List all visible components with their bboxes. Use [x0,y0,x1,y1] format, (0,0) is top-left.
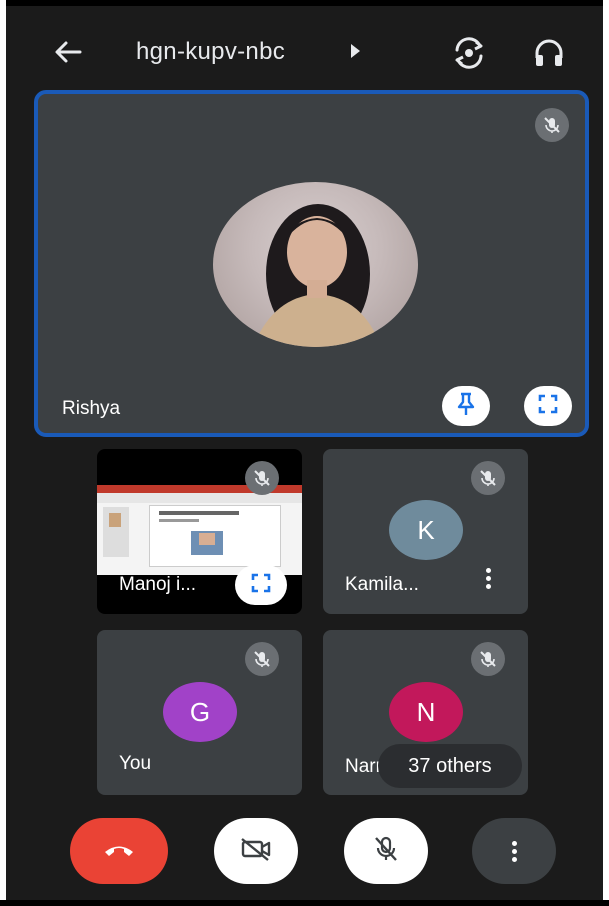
more-options-button[interactable] [472,818,556,884]
meeting-code[interactable]: hgn-kupv-nbc [136,38,285,66]
avatar: G [163,682,237,742]
participant-tile-kamila[interactable]: K Kamila... [323,449,528,614]
headphones-icon[interactable] [532,36,566,70]
flip-camera-icon[interactable] [452,36,486,70]
top-border [6,0,603,6]
pin-button[interactable] [442,386,490,426]
mic-off-icon [245,642,279,676]
mic-off-icon [245,461,279,495]
end-call-button[interactable] [70,818,168,884]
main-participant-tile[interactable]: Rishya [34,90,589,437]
mic-toggle-button[interactable] [344,818,428,884]
more-vertical-icon[interactable] [484,565,492,592]
participant-tile-manoj[interactable]: Manoj i... [97,449,302,614]
end-call-icon [102,839,136,864]
fullscreen-icon [537,393,559,420]
video-off-icon [239,836,273,867]
participant-name: Manoj i... [119,574,197,595]
mic-off-icon [372,834,400,869]
participant-photo [213,182,418,347]
bottom-border [0,900,609,906]
fullscreen-button[interactable] [524,386,572,426]
arrow-back-icon[interactable] [52,36,84,68]
mic-off-icon [535,108,569,142]
pin-icon [455,391,477,422]
avatar: K [389,500,463,560]
caret-right-icon[interactable] [351,44,360,58]
fullscreen-button[interactable] [235,565,287,605]
participant-tile-you[interactable]: G You [97,630,302,795]
fullscreen-icon [250,572,272,599]
more-vertical-icon [510,838,518,865]
participant-name: Rishya [62,398,121,419]
participant-name: Kamila... [345,574,419,595]
mic-off-icon [471,461,505,495]
mic-off-icon [471,642,505,676]
avatar: N [389,682,463,742]
shared-screen-preview [97,485,302,575]
camera-toggle-button[interactable] [214,818,298,884]
participant-name: You [119,753,152,774]
participant-name: Narr [345,756,382,777]
others-count-chip[interactable]: 37 others [378,744,522,788]
meet-call-screen: hgn-kupv-nbc Rishya Manoj i... K Kamila.… [6,0,603,906]
